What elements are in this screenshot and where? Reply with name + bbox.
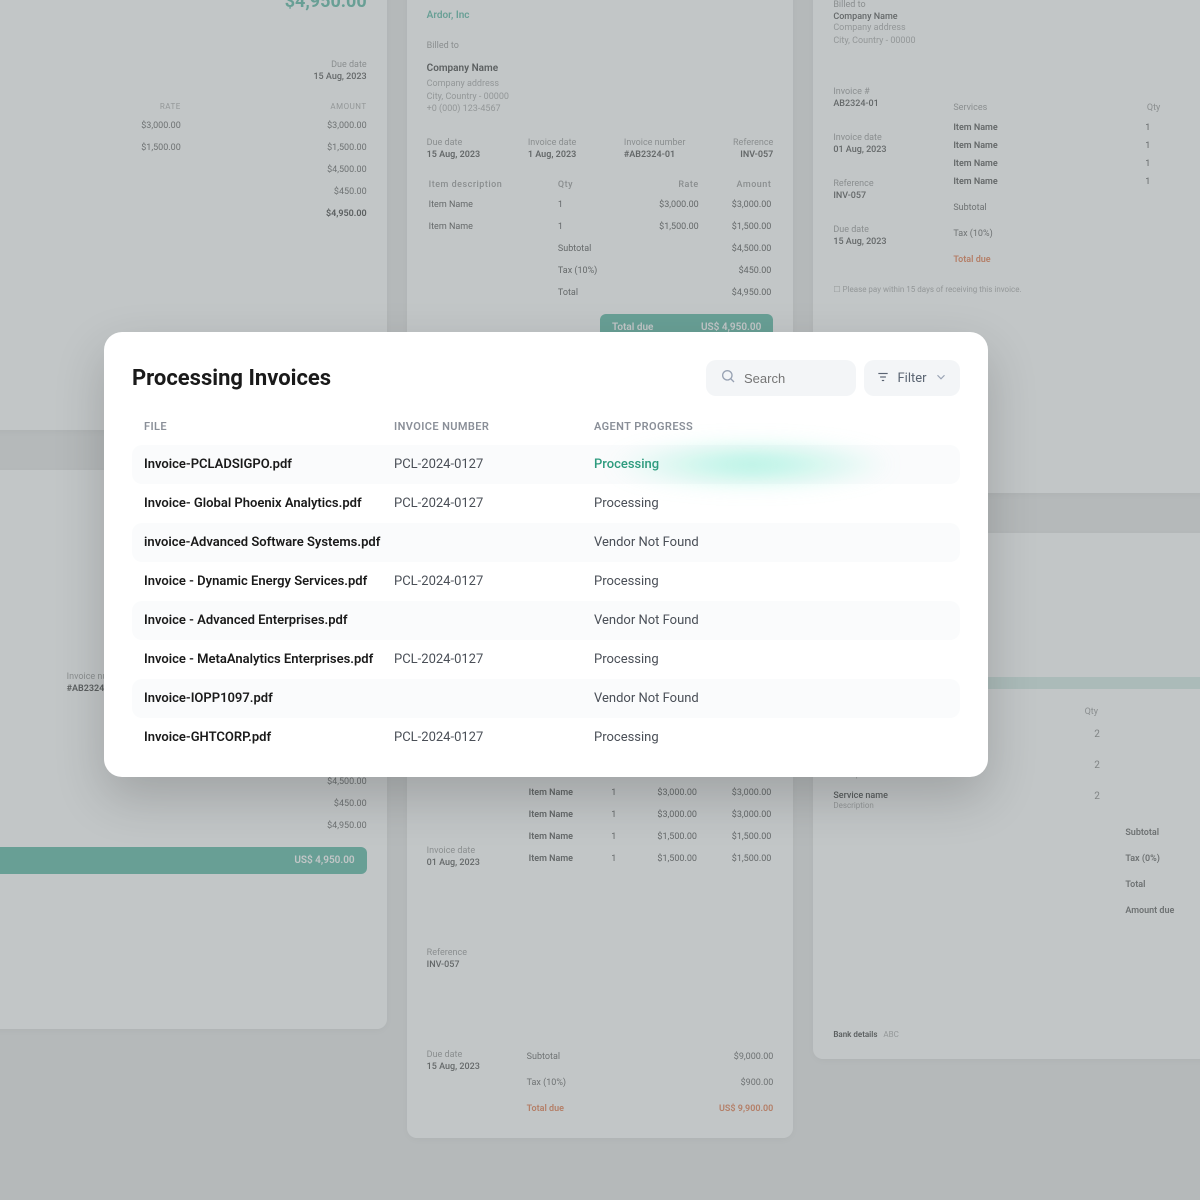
file-name: Invoice - MetaAnalytics Enterprises.pdf bbox=[144, 652, 394, 667]
table-header: FILE INVOICE NUMBER AGENT PROGRESS bbox=[132, 420, 960, 445]
agent-progress-status: Processing bbox=[594, 574, 948, 589]
invoice-number: PCL-2024-0127 bbox=[394, 574, 594, 589]
table-row[interactable]: Invoice-IOPP1097.pdf Vendor Not Found bbox=[132, 679, 960, 718]
agent-progress-status: Vendor Not Found bbox=[594, 691, 948, 706]
table-row[interactable]: Invoice - Dynamic Energy Services.pdfPCL… bbox=[132, 562, 960, 601]
file-name: invoice-Advanced Software Systems.pdf bbox=[144, 535, 394, 550]
file-name: Invoice-IOPP1097.pdf bbox=[144, 691, 394, 706]
agent-progress-status: Processing bbox=[594, 496, 948, 511]
table-row[interactable]: Invoice - Advanced Enterprises.pdf Vendor… bbox=[132, 601, 960, 640]
filter-button[interactable]: Filter bbox=[864, 360, 960, 396]
agent-progress-status: Vendor Not Found bbox=[594, 613, 948, 628]
chevron-down-icon bbox=[934, 369, 948, 388]
table-row[interactable]: Invoice-PCLADSIGPO.pdfPCL-2024-0127Proce… bbox=[132, 445, 960, 484]
agent-progress-status: Processing bbox=[594, 730, 948, 745]
invoice-number: PCL-2024-0127 bbox=[394, 496, 594, 511]
modal-title: Processing Invoices bbox=[132, 366, 331, 391]
file-name: Invoice-GHTCORP.pdf bbox=[144, 730, 394, 745]
file-name: Invoice- Global Phoenix Analytics.pdf bbox=[144, 496, 394, 511]
invoice-number: PCL-2024-0127 bbox=[394, 457, 594, 472]
processing-invoices-modal: Processing Invoices Filter FILE INVOICE … bbox=[104, 332, 988, 777]
file-name: Invoice-PCLADSIGPO.pdf bbox=[144, 457, 394, 472]
table-row[interactable]: Invoice - MetaAnalytics Enterprises.pdfP… bbox=[132, 640, 960, 679]
search-input[interactable] bbox=[744, 371, 842, 386]
table-row[interactable]: invoice-Advanced Software Systems.pdf Ven… bbox=[132, 523, 960, 562]
agent-progress-status: Processing bbox=[594, 457, 948, 472]
search-box[interactable] bbox=[706, 360, 856, 396]
col-file: FILE bbox=[144, 420, 394, 433]
table-row[interactable]: Invoice- Global Phoenix Analytics.pdfPCL… bbox=[132, 484, 960, 523]
col-agent-progress: AGENT PROGRESS bbox=[594, 420, 948, 433]
table-row[interactable]: Invoice-GHTCORP.pdfPCL-2024-0127Processi… bbox=[132, 718, 960, 757]
file-name: Invoice - Advanced Enterprises.pdf bbox=[144, 613, 394, 628]
col-invoice-number: INVOICE NUMBER bbox=[394, 420, 594, 433]
agent-progress-status: Vendor Not Found bbox=[594, 535, 948, 550]
filter-label: Filter bbox=[897, 371, 926, 386]
file-name: Invoice - Dynamic Energy Services.pdf bbox=[144, 574, 394, 589]
filter-icon bbox=[876, 369, 890, 388]
invoice-number: PCL-2024-0127 bbox=[394, 730, 594, 745]
invoice-number: PCL-2024-0127 bbox=[394, 652, 594, 667]
agent-progress-status: Processing bbox=[594, 652, 948, 667]
table-body: Invoice-PCLADSIGPO.pdfPCL-2024-0127Proce… bbox=[132, 445, 960, 757]
search-icon bbox=[720, 368, 736, 388]
